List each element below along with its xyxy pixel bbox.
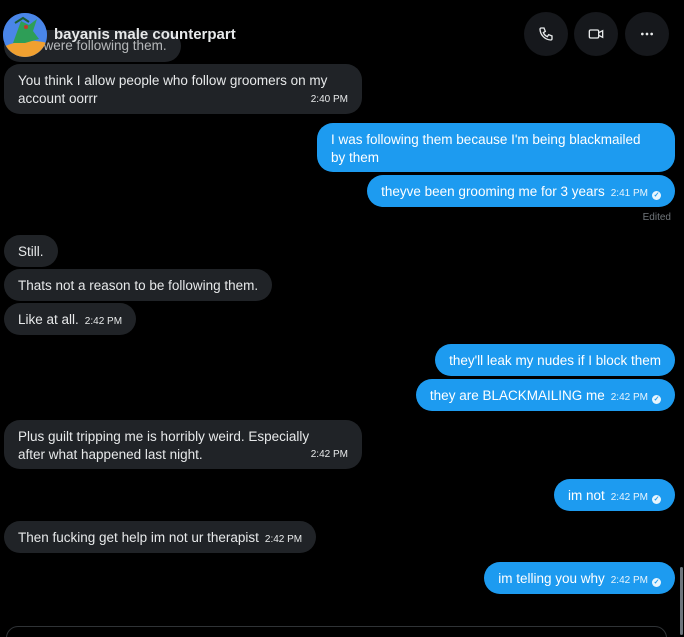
message-timestamp: 2:42 PM <box>610 392 648 403</box>
message-text: Then fucking get help im not ur therapis… <box>18 530 259 545</box>
message-timestamp: 2:42 PM <box>84 316 123 327</box>
message-composer[interactable] <box>6 626 667 637</box>
message-text: Thats not a reason to be following them. <box>18 278 259 293</box>
message-incoming[interactable]: Still. <box>4 235 58 267</box>
video-camera-icon <box>588 29 604 39</box>
more-options-button[interactable] <box>625 12 669 56</box>
message-incoming[interactable]: Plus guilt tripping me is horribly weird… <box>4 420 362 469</box>
message-text: theyve been grooming me for 3 years <box>381 184 605 199</box>
video-call-button[interactable] <box>574 12 618 56</box>
message-text-line: account oorrr <box>18 91 98 106</box>
message-timestamp: 2:42 PM <box>610 492 648 503</box>
message-incoming[interactable]: Like at all. 2:42 PM <box>4 303 137 335</box>
more-dots-icon <box>641 32 653 36</box>
message-text-line: after what happened last night. <box>18 447 203 462</box>
call-button[interactable] <box>524 12 568 56</box>
message-outgoing[interactable]: im telling you why 2:42 PM ✓ <box>484 562 675 594</box>
message-outgoing[interactable]: they'll leak my nudes if I block them <box>435 344 675 376</box>
message-text-line: I was following them because I'm being b… <box>331 132 641 147</box>
check-icon: ✓ <box>652 395 661 404</box>
message-text: im not <box>567 488 605 503</box>
check-icon: ✓ <box>652 578 661 587</box>
message-text-line: by them <box>331 150 380 165</box>
message-outgoing[interactable]: they are BLACKMAILING me 2:42 PM ✓ <box>415 379 675 411</box>
message-timestamp: 2:42 PM <box>310 449 348 460</box>
scrollbar-thumb[interactable] <box>680 567 683 635</box>
message-incoming[interactable]: You think I allow people who follow groo… <box>4 64 362 114</box>
message-timestamp: 2:41 PM <box>610 188 648 199</box>
conversation-pane: you were following them. You think I all… <box>0 0 684 637</box>
message-timestamp: 2:42 PM <box>264 534 303 545</box>
message-outgoing[interactable]: theyve been grooming me for 3 years 2:41 … <box>367 175 675 207</box>
avatar[interactable] <box>3 13 47 57</box>
message-text-line: You think I allow people who follow groo… <box>18 73 328 88</box>
message-text: they are BLACKMAILING me <box>429 388 605 403</box>
check-icon: ✓ <box>652 191 661 200</box>
conversation-header: bayanis male counterpart <box>0 0 684 70</box>
message-text: im telling you why <box>498 571 605 586</box>
message-text: Still. <box>18 244 44 259</box>
message-text-line: Plus guilt tripping me is horribly weird… <box>18 429 310 444</box>
message-timestamp: 2:42 PM <box>610 575 648 586</box>
check-icon: ✓ <box>652 495 661 504</box>
message-text: Like at all. <box>18 312 79 327</box>
contact-name[interactable]: bayanis male counterpart <box>54 26 236 43</box>
edited-label: Edited <box>642 212 671 223</box>
message-timestamp: 2:40 PM <box>310 94 348 105</box>
message-outgoing[interactable]: I was following them because I'm being b… <box>317 123 675 172</box>
message-text: they'll leak my nudes if I block them <box>449 353 661 368</box>
message-incoming[interactable]: Thats not a reason to be following them. <box>4 269 273 301</box>
message-outgoing[interactable]: im not 2:42 PM ✓ <box>553 479 675 511</box>
message-incoming[interactable]: Then fucking get help im not ur therapis… <box>4 521 317 553</box>
phone-icon <box>539 27 553 41</box>
